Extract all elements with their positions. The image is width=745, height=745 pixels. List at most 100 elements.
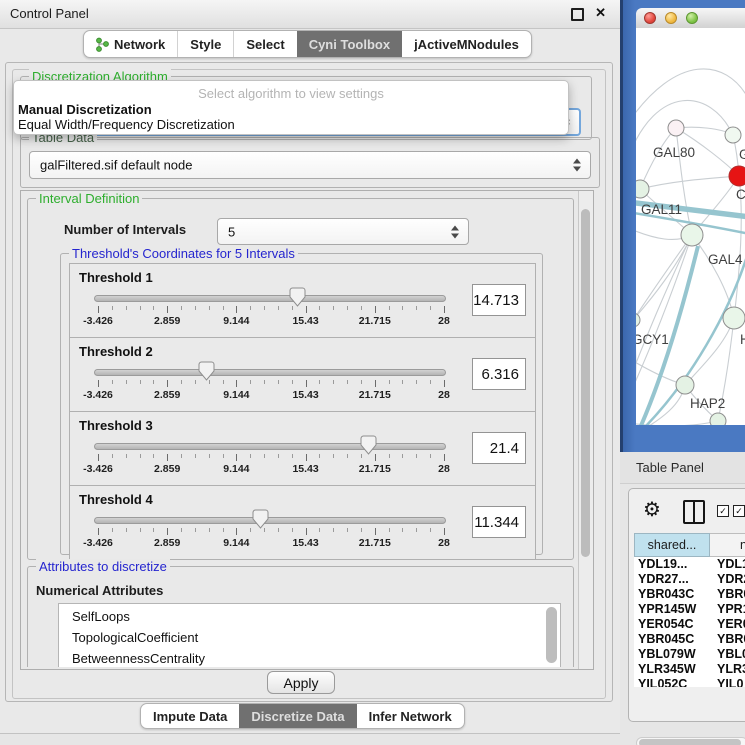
table-row[interactable]: YPR145WYPR1	[634, 602, 745, 617]
group-title: Interval Definition	[36, 191, 142, 206]
network-node[interactable]	[723, 307, 745, 329]
column-header-name[interactable]: na	[710, 533, 745, 557]
network-node[interactable]	[710, 413, 726, 425]
slider-tick-label: 2.859	[154, 537, 180, 549]
numerical-attributes-list[interactable]: SelfLoopsTopologicalCoefficientBetweenne…	[58, 603, 561, 667]
horizontal-scrollbar[interactable]	[636, 737, 745, 745]
slider-tick-label: 9.144	[223, 537, 249, 549]
network-node[interactable]	[636, 180, 649, 198]
control-panel-titlebar[interactable]: Control Panel ✕	[0, 0, 620, 29]
slider-thumb[interactable]	[198, 361, 215, 381]
slider-tick	[126, 528, 127, 532]
threshold-value-field[interactable]: 6.316	[472, 358, 526, 390]
slider-tick-label: 15.43	[292, 315, 318, 327]
slider-tick	[209, 528, 210, 532]
table-row[interactable]: YIL052CYIL0	[634, 677, 745, 687]
slider-track[interactable]	[94, 295, 446, 302]
scrollbar-thumb[interactable]	[639, 739, 741, 745]
network-window-titlebar[interactable]	[636, 8, 745, 29]
screen: Control Panel ✕ Network Style Select Cyn…	[0, 0, 745, 745]
list-item[interactable]: BetweennessCentrality	[59, 648, 560, 667]
table-data-combo[interactable]: galFiltered.sif default node	[29, 151, 591, 179]
zoom-traffic-light-icon[interactable]	[686, 12, 698, 24]
table-row[interactable]: YER054CYER0	[634, 617, 745, 632]
tab-infer-network[interactable]: Infer Network	[357, 704, 464, 728]
float-window-icon[interactable]	[571, 8, 584, 21]
slider-tick	[181, 380, 182, 384]
cyni-panel-inner: Discretization Algorithm Table Data galF…	[12, 69, 606, 699]
table-panel-titlebar[interactable]: Table Panel	[620, 452, 745, 484]
minimize-traffic-light-icon[interactable]	[665, 12, 677, 24]
tab-style[interactable]: Style	[177, 31, 233, 57]
num-intervals-combo[interactable]: 5	[217, 218, 469, 245]
list-item[interactable]: TopologicalCoefficient	[59, 627, 560, 648]
slider-tick-label: 21.715	[359, 389, 391, 401]
slider-thumb[interactable]	[252, 509, 269, 529]
split-columns-icon[interactable]	[683, 500, 705, 524]
slider-tick-label: 28	[438, 389, 450, 401]
slider-tick-label: 2.859	[154, 463, 180, 475]
table-cell: YBR0	[710, 632, 745, 647]
slider-tick	[153, 380, 154, 384]
close-icon[interactable]: ✕	[595, 5, 606, 21]
checkbox-icon[interactable]: ✓	[733, 505, 745, 517]
table-cell: YBR0	[710, 587, 745, 602]
network-node[interactable]	[729, 166, 745, 186]
network-node[interactable]	[668, 120, 684, 136]
slider-thumb[interactable]	[360, 435, 377, 455]
threshold-value-field[interactable]: 11.344	[472, 506, 526, 538]
network-node[interactable]	[636, 313, 640, 327]
slider-tick-label: -3.426	[83, 315, 113, 327]
slider-track[interactable]	[94, 443, 446, 450]
table-row[interactable]: YDR27...YDR2	[634, 572, 745, 587]
table-row[interactable]: YLR345WYLR3	[634, 662, 745, 677]
tab-select[interactable]: Select	[233, 31, 296, 57]
column-header-shared-name[interactable]: shared...	[634, 533, 710, 557]
slider-tick	[98, 306, 99, 313]
table-row[interactable]: YBL079WYBL0	[634, 647, 745, 662]
scrollbar-thumb[interactable]	[581, 209, 590, 557]
tab-impute-data[interactable]: Impute Data	[141, 704, 239, 728]
network-canvas[interactable]: GAL80GCGAL11GAL4GCY1HHAP2	[636, 28, 745, 425]
slider-tick-label: -3.426	[83, 389, 113, 401]
slider-thumb[interactable]	[289, 287, 306, 307]
tab-cyni-toolbox[interactable]: Cyni Toolbox	[297, 31, 402, 57]
network-node[interactable]	[676, 376, 694, 394]
tab-discretize-data[interactable]: Discretize Data	[239, 704, 356, 728]
interval-definition-group: Interval Definition Number of Intervals …	[27, 198, 574, 560]
slider-track[interactable]	[94, 517, 446, 524]
list-item[interactable]: SelfLoops	[59, 606, 560, 627]
table-row[interactable]: YBR043CYBR0	[634, 587, 745, 602]
tab-network[interactable]: Network	[84, 31, 177, 57]
list-scrollbar[interactable]	[546, 607, 557, 663]
table-row[interactable]: YDL19...YDL1	[634, 557, 745, 572]
slider-tick	[153, 528, 154, 532]
slider-track[interactable]	[94, 369, 446, 376]
slider-tick	[98, 528, 99, 535]
combo-spinner-icon	[451, 225, 460, 238]
slider-tick	[402, 306, 403, 310]
network-node-label: H	[740, 332, 745, 347]
slider-tick	[278, 306, 279, 310]
network-node[interactable]	[681, 224, 703, 246]
slider-tick-label: 21.715	[359, 463, 391, 475]
slider-tick	[153, 454, 154, 458]
table-cell: YBR043C	[634, 587, 710, 602]
threshold-value-field[interactable]: 14.713	[472, 284, 526, 316]
slider-tick	[223, 306, 224, 310]
settings-scrollpane: Interval Definition Number of Intervals …	[20, 190, 594, 670]
apply-button[interactable]: Apply	[267, 671, 335, 694]
tab-label: Cyni Toolbox	[309, 37, 390, 52]
checkbox-icon[interactable]: ✓	[717, 505, 729, 517]
table-row[interactable]: YBR045CYBR0	[634, 632, 745, 647]
slider-tick-label: -3.426	[83, 537, 113, 549]
network-node[interactable]	[725, 127, 741, 143]
tab-jactivemnodules[interactable]: jActiveMNodules	[402, 31, 531, 57]
slider-tick	[430, 380, 431, 384]
vertical-scrollbar[interactable]	[578, 191, 593, 669]
dropdown-item-equal-width-frequency[interactable]: Equal Width/Frequency Discretization	[18, 117, 235, 132]
gear-icon[interactable]: ⚙	[643, 497, 661, 522]
threshold-value-field[interactable]: 21.4	[472, 432, 526, 464]
close-traffic-light-icon[interactable]	[644, 12, 656, 24]
dropdown-item-manual-discretization[interactable]: Manual Discretization	[18, 102, 152, 117]
